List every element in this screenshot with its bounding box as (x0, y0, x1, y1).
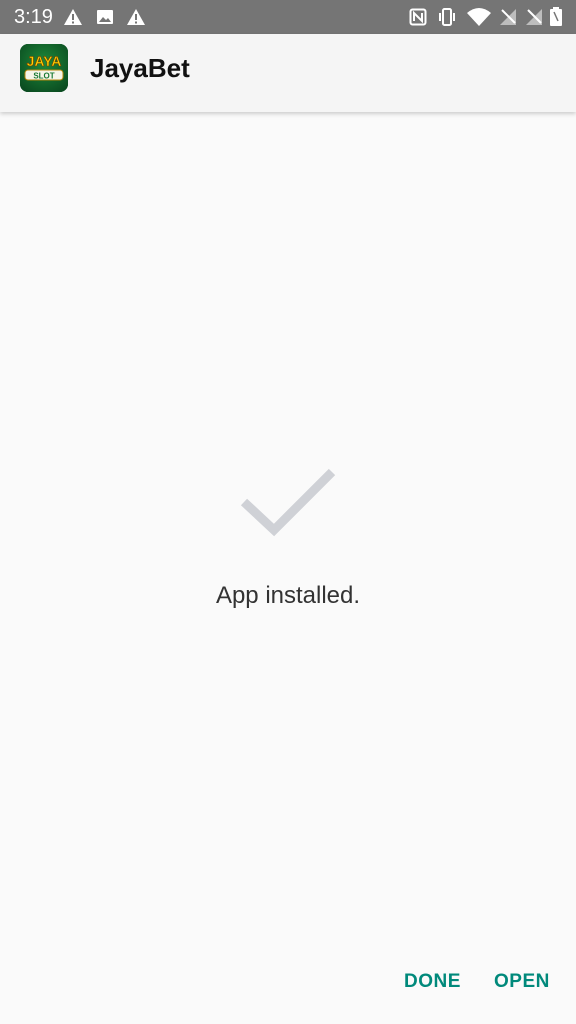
no-signal-icon (500, 9, 516, 25)
warning-icon (127, 9, 145, 25)
warning-icon (64, 9, 82, 25)
image-icon (97, 10, 113, 24)
install-status-message: App installed. (215, 582, 361, 609)
open-button[interactable]: OPEN (494, 964, 550, 1000)
checkmark-icon (240, 468, 336, 537)
nfc-icon (409, 8, 427, 26)
status-time: 3:19 (14, 6, 53, 28)
app-title: JayaBet (90, 53, 190, 83)
svg-text:SLOT: SLOT (33, 72, 54, 81)
install-result-panel: App installed. DONE OPEN (0, 112, 576, 1024)
vibrate-icon (439, 8, 455, 26)
jaya-slot-logo: JAYA SLOT (20, 44, 68, 92)
app-bar: JAYA SLOT JayaBet (0, 34, 576, 112)
done-button[interactable]: DONE (404, 964, 461, 1000)
battery-icon (550, 7, 562, 26)
status-bar: 3:19 (0, 0, 576, 34)
app-icon: JAYA SLOT (20, 44, 68, 92)
wifi-icon (467, 8, 491, 26)
no-signal-icon (526, 9, 542, 25)
svg-text:JAYA: JAYA (27, 53, 62, 69)
